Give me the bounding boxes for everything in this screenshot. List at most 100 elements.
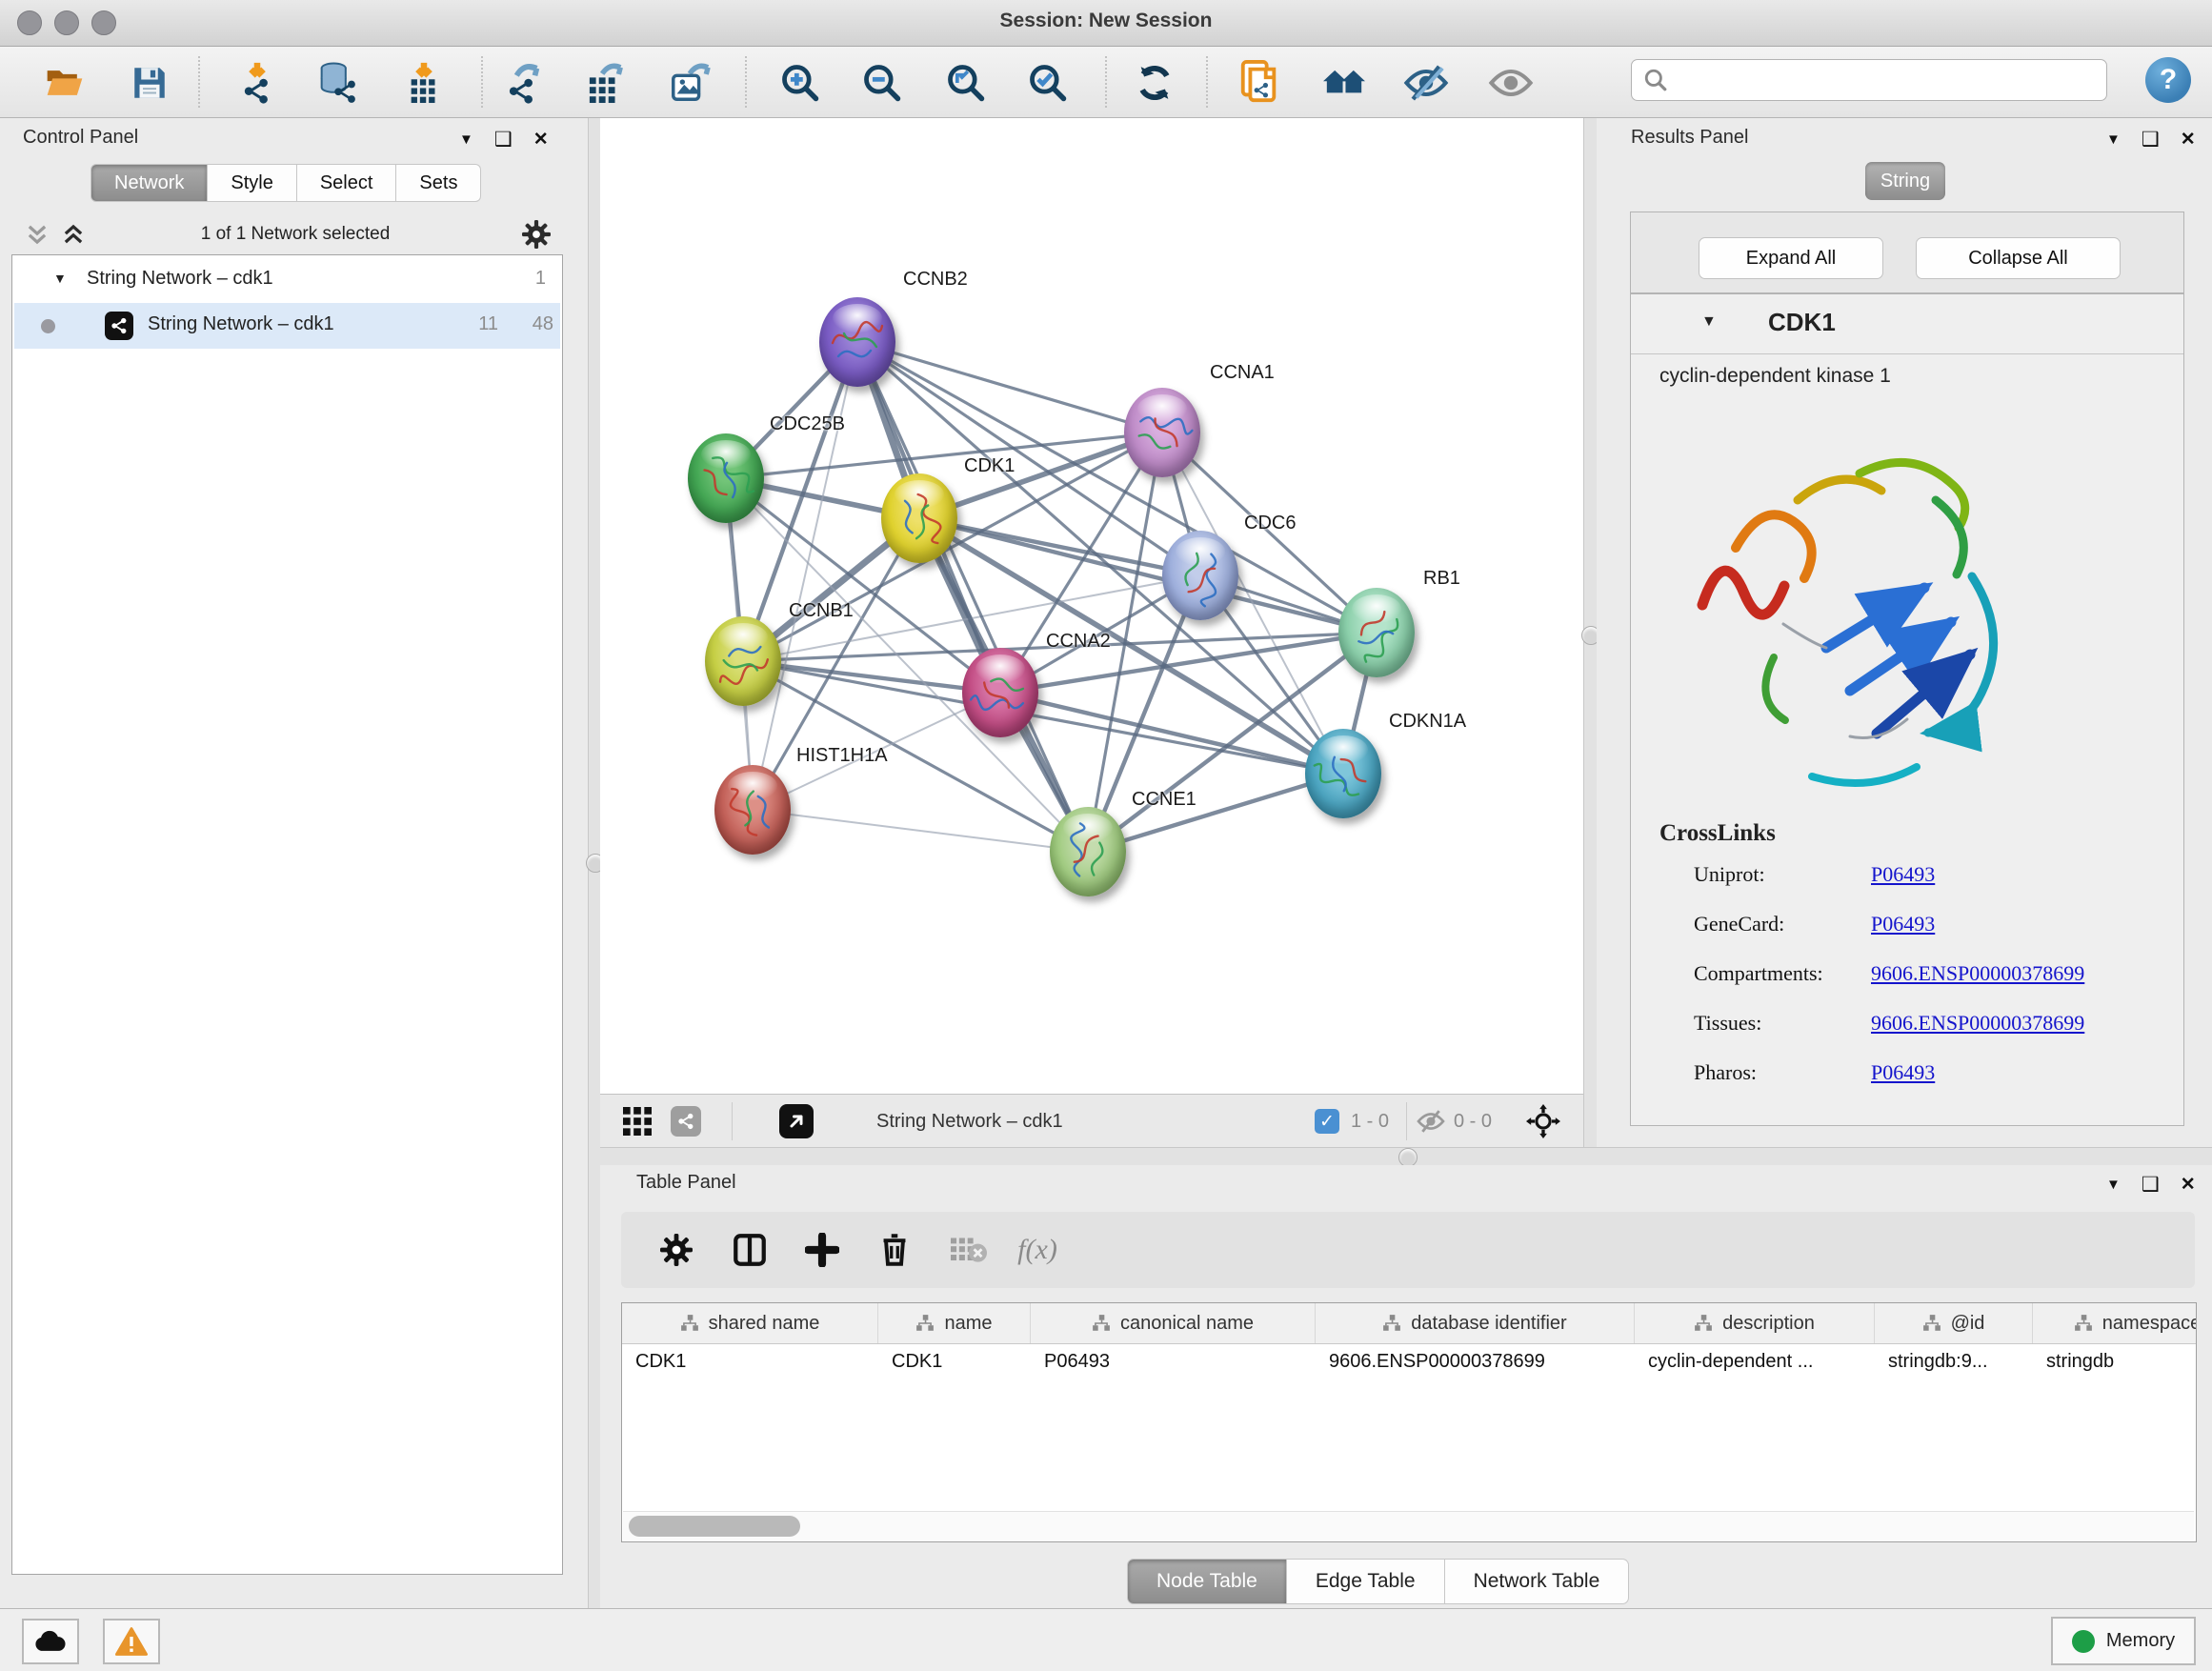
crosslink-tissues-link[interactable]: 9606.ENSP00000378699 <box>1871 1011 2084 1036</box>
close-panel-icon[interactable]: ✕ <box>2181 1174 2196 1196</box>
collapse-panel-icon[interactable]: ▼ <box>2106 131 2121 148</box>
column-header-database-identifier[interactable]: database identifier <box>1316 1303 1635 1343</box>
scrollbar-thumb[interactable] <box>629 1516 800 1537</box>
crosslink-genecard-link[interactable]: P06493 <box>1871 912 1935 936</box>
table-cell[interactable]: cyclin-dependent ... <box>1635 1343 1875 1385</box>
node-hist1h1a[interactable] <box>714 765 791 855</box>
crosslink-uniprot-link[interactable]: P06493 <box>1871 862 1935 887</box>
expand-all-networks-button[interactable] <box>61 222 86 252</box>
table-horizontal-scrollbar[interactable] <box>623 1511 2194 1540</box>
node-table[interactable]: shared namenamecanonical namedatabase id… <box>621 1302 2197 1542</box>
open-in-window-button[interactable] <box>779 1095 814 1148</box>
open-session-button[interactable] <box>41 59 89 107</box>
search-field[interactable] <box>1631 59 2107 101</box>
table-cell[interactable]: stringdb:9... <box>1875 1343 2033 1385</box>
add-column-button[interactable] <box>798 1226 846 1274</box>
zoom-out-button[interactable] <box>858 59 906 107</box>
collapse-all-networks-button[interactable] <box>25 222 50 252</box>
float-panel-icon[interactable]: ❑ <box>2142 128 2160 151</box>
protein-expand-icon[interactable]: ▼ <box>1701 313 1717 331</box>
node-rb1[interactable] <box>1338 588 1415 677</box>
import-network-from-database-button[interactable] <box>312 59 360 107</box>
tab-node-table[interactable]: Node Table <box>1127 1559 1287 1604</box>
delete-column-button[interactable] <box>871 1226 918 1274</box>
float-panel-icon[interactable]: ❑ <box>2142 1173 2160 1197</box>
table-row[interactable]: CDK1CDK1P064939606.ENSP00000378699cyclin… <box>622 1343 2197 1385</box>
table-cell[interactable]: CDK1 <box>878 1343 1031 1385</box>
column-header-shared-name[interactable]: shared name <box>622 1303 878 1343</box>
node-cdc25b[interactable] <box>688 433 764 523</box>
close-panel-icon[interactable]: ✕ <box>2181 129 2196 151</box>
table-cell[interactable]: stringdb <box>2033 1343 2197 1385</box>
column-header-description[interactable]: description <box>1635 1303 1875 1343</box>
tab-style[interactable]: Style <box>208 164 296 202</box>
node-ccne1[interactable] <box>1050 807 1126 896</box>
table-cell[interactable]: CDK1 <box>622 1343 878 1385</box>
hidden-eye-icon[interactable] <box>1416 1095 1446 1148</box>
tab-network[interactable]: Network <box>90 164 208 202</box>
network-options-button[interactable] <box>522 220 551 253</box>
zoom-fit-button[interactable] <box>942 59 990 107</box>
column-header-id[interactable]: @id <box>1875 1303 2033 1343</box>
memory-button[interactable]: Memory <box>2051 1617 2196 1665</box>
import-table-button[interactable] <box>400 59 448 107</box>
export-image-button[interactable] <box>666 59 714 107</box>
export-network-button[interactable] <box>500 59 548 107</box>
warnings-button[interactable] <box>103 1619 160 1664</box>
close-panel-icon[interactable]: ✕ <box>533 129 549 151</box>
import-network-button[interactable] <box>233 59 281 107</box>
search-input[interactable] <box>1668 69 2072 91</box>
collapse-panel-icon[interactable]: ▼ <box>2106 1177 2121 1193</box>
tab-sets[interactable]: Sets <box>396 164 481 202</box>
table-splitter-handle[interactable] <box>1398 1148 1418 1167</box>
fit-content-button[interactable] <box>1526 1095 1560 1148</box>
save-session-button[interactable] <box>126 59 173 107</box>
collapse-all-button[interactable]: Collapse All <box>1916 237 2121 279</box>
node-cdkn1a[interactable] <box>1305 729 1381 818</box>
column-header-canonical-name[interactable]: canonical name <box>1031 1303 1316 1343</box>
node-ccna1[interactable] <box>1124 388 1200 477</box>
column-header-namespace[interactable]: namespace <box>2033 1303 2197 1343</box>
table-splitter[interactable] <box>600 1147 2212 1167</box>
zoom-in-button[interactable] <box>776 59 824 107</box>
table-cell[interactable]: 9606.ENSP00000378699 <box>1316 1343 1635 1385</box>
collapse-panel-icon[interactable]: ▼ <box>459 131 473 148</box>
show-hidden-button[interactable] <box>1487 59 1535 107</box>
network-canvas[interactable]: CCNB2CCNA1CDC25BCDK1CDC6RB1CCNB1CCNA2CDK… <box>600 118 1583 1094</box>
node-cdc6[interactable] <box>1162 531 1238 620</box>
protein-card-header[interactable]: ▼ CDK1 <box>1631 294 2183 354</box>
hide-selected-button[interactable] <box>1402 59 1450 107</box>
clone-network-button[interactable] <box>1236 59 1283 107</box>
tab-string[interactable]: String <box>1865 162 1945 200</box>
grid-view-button[interactable] <box>623 1095 652 1148</box>
collection-expand-icon[interactable]: ▼ <box>53 271 67 286</box>
table-settings-button[interactable] <box>653 1226 700 1274</box>
zoom-selected-button[interactable] <box>1024 59 1072 107</box>
table-cell[interactable]: P06493 <box>1031 1343 1316 1385</box>
tab-select[interactable]: Select <box>297 164 397 202</box>
function-builder-button[interactable]: f(x) <box>1014 1226 1061 1274</box>
cloud-status-button[interactable] <box>22 1619 79 1664</box>
selected-checkbox[interactable]: ✓ <box>1315 1095 1339 1148</box>
show-columns-button[interactable] <box>726 1226 774 1274</box>
crosslink-compartments-link[interactable]: 9606.ENSP00000378699 <box>1871 961 2084 986</box>
crosslink-pharos-link[interactable]: P06493 <box>1871 1060 1935 1085</box>
node-ccnb1[interactable] <box>705 616 781 706</box>
tab-network-table[interactable]: Network Table <box>1445 1559 1630 1604</box>
right-splitter[interactable] <box>1583 118 1598 1165</box>
network-row[interactable]: String Network – cdk1 11 48 <box>14 303 560 349</box>
column-header-name[interactable]: name <box>878 1303 1031 1343</box>
network-collection-row[interactable]: ▼ String Network – cdk1 1 <box>12 263 562 301</box>
string-view-button[interactable] <box>671 1095 701 1148</box>
node-cdk1[interactable] <box>881 473 957 563</box>
tab-edge-table[interactable]: Edge Table <box>1287 1559 1445 1604</box>
delete-table-button[interactable] <box>945 1226 993 1274</box>
help-button[interactable]: ? <box>2145 57 2191 103</box>
node-ccna2[interactable] <box>962 648 1038 737</box>
node-ccnb2[interactable] <box>819 297 895 387</box>
float-panel-icon[interactable]: ❑ <box>494 128 513 151</box>
home-neighbors-button[interactable] <box>1320 59 1368 107</box>
expand-all-button[interactable]: Expand All <box>1699 237 1883 279</box>
export-table-button[interactable] <box>582 59 630 107</box>
refresh-view-button[interactable] <box>1131 59 1178 107</box>
